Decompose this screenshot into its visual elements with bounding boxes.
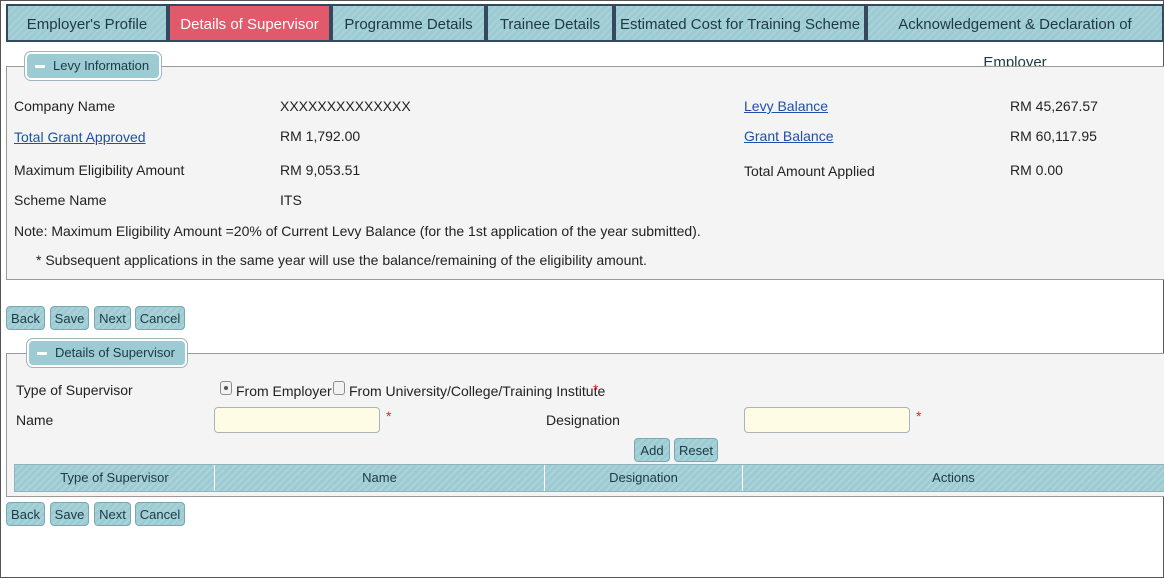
supervisor-legend: Details of Supervisor [55, 345, 175, 360]
th-designation: Designation [545, 465, 743, 491]
next-button-top[interactable]: Next [94, 306, 131, 330]
tab-programme-details[interactable]: Programme Details [331, 4, 486, 42]
cancel-button-bottom[interactable]: Cancel [135, 502, 185, 526]
total-amount-applied-label: Total Amount Applied [744, 163, 875, 179]
tab-trainee-details[interactable]: Trainee Details [486, 4, 614, 42]
eligibility-subnote: * Subsequent applications in the same ye… [36, 252, 647, 268]
company-name-value: XXXXXXXXXXXXXX [280, 98, 411, 114]
levy-balance-link[interactable]: Levy Balance [744, 98, 828, 114]
type-of-supervisor-label: Type of Supervisor [16, 382, 133, 398]
tab-acknowledgement-declaration[interactable]: Acknowledgement & Declaration of Employe… [866, 4, 1164, 71]
grant-balance-value: RM 60,117.95 [1010, 128, 1097, 144]
from-institute-label: From University/College/Training Institu… [349, 383, 606, 399]
total-grant-approved-link[interactable]: Total Grant Approved [14, 129, 146, 145]
cancel-button-top[interactable]: Cancel [135, 306, 185, 330]
max-eligibility-value: RM 9,053.51 [280, 162, 361, 178]
back-button-bottom[interactable]: Back [6, 502, 45, 526]
levy-balance-value: RM 45,267.57 [1010, 98, 1098, 114]
reset-button[interactable]: Reset [674, 438, 718, 462]
add-button[interactable]: Add [634, 438, 670, 462]
from-employer-label: From Employer [236, 383, 332, 399]
grant-balance-link[interactable]: Grant Balance [744, 128, 834, 144]
th-type-of-supervisor: Type of Supervisor [15, 465, 215, 491]
name-required-mark: * [386, 408, 392, 424]
tab-details-of-supervisor[interactable]: Details of Supervisor [168, 4, 331, 42]
tab-employers-profile[interactable]: Employer's Profile [6, 4, 168, 42]
designation-label: Designation [546, 412, 620, 428]
tab-estimated-cost[interactable]: Estimated Cost for Training Scheme [614, 4, 866, 42]
supervisor-section-toggle[interactable]: Details of Supervisor [27, 339, 187, 367]
designation-input[interactable] [744, 407, 910, 433]
name-input[interactable] [214, 407, 380, 433]
th-actions: Actions [932, 470, 975, 485]
radio-from-employer[interactable] [220, 381, 232, 395]
company-name-label: Company Name [14, 98, 116, 114]
max-eligibility-label: Maximum Eligibility Amount [14, 162, 185, 178]
type-required-mark: * [593, 381, 599, 397]
total-grant-approved-value: RM 1,792.00 [280, 128, 361, 144]
next-button-bottom[interactable]: Next [94, 502, 131, 526]
save-button-top[interactable]: Save [50, 306, 89, 330]
scheme-name-value: ITS [280, 192, 302, 208]
levy-information-toggle[interactable]: Levy Information [25, 52, 162, 80]
total-amount-applied-value: RM 0.00 [1010, 162, 1063, 178]
tab-bar: Employer's Profile Details of Supervisor… [6, 4, 1164, 71]
eligibility-note: Note: Maximum Eligibility Amount =20% of… [14, 223, 701, 239]
collapse-icon [35, 64, 45, 68]
supervisor-table-header: Type of Supervisor Name Designation Acti… [14, 464, 1164, 492]
scheme-name-label: Scheme Name [14, 192, 107, 208]
collapse-icon [37, 351, 47, 355]
radio-from-institute[interactable] [333, 381, 345, 395]
back-button-top[interactable]: Back [6, 306, 45, 330]
levy-information-legend: Levy Information [53, 58, 150, 73]
th-name: Name [215, 465, 545, 491]
save-button-bottom[interactable]: Save [50, 502, 89, 526]
designation-required-mark: * [916, 408, 922, 424]
name-label: Name [16, 412, 54, 428]
